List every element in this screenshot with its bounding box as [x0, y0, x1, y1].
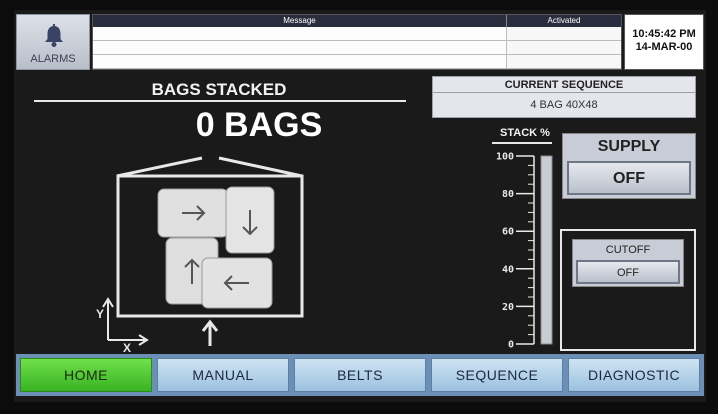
pallet-diagram: Y X — [96, 156, 304, 353]
gauge-track — [540, 155, 553, 345]
gauge-tick-label: 20 — [502, 302, 514, 313]
activated-cell — [507, 41, 621, 54]
hmi-screen: ALARMS Message Activated 10:45:42 PM 14-… — [14, 10, 706, 402]
clock: 10:45:42 PM 14-MAR-00 — [624, 14, 704, 70]
nav-home-button[interactable]: HOME — [20, 358, 152, 392]
roof-line-left — [116, 156, 203, 178]
supply-panel: SUPPLY OFF — [562, 133, 696, 199]
alarms-button[interactable]: ALARMS — [16, 14, 90, 70]
y-axis-label: Y — [96, 307, 104, 321]
activated-cell — [507, 27, 621, 40]
current-sequence-value: 4 BAG 40X48 — [530, 99, 598, 111]
bag — [201, 257, 273, 309]
x-axis-label: X — [123, 341, 131, 353]
column-header-activated: Activated — [547, 16, 581, 25]
roof-line-right — [218, 156, 303, 178]
current-sequence-label: CURRENT SEQUENCE — [433, 77, 695, 93]
cutoff-frame: CUTOFF OFF — [560, 229, 696, 351]
cutoff-toggle-button[interactable]: OFF — [576, 260, 680, 284]
message-cell — [93, 27, 507, 40]
message-cell — [93, 41, 507, 54]
clock-time: 10:45:42 PM — [632, 28, 696, 40]
alarm-table-header: Message Activated — [93, 15, 621, 27]
gauge-tick-label: 0 — [508, 340, 514, 351]
bag — [225, 186, 275, 254]
nav-belts-button[interactable]: BELTS — [294, 358, 426, 392]
gauge-tick-label: 100 — [496, 152, 514, 163]
gauge-tick-label: 40 — [502, 264, 514, 275]
bag — [157, 188, 229, 238]
supply-label: SUPPLY — [597, 138, 661, 155]
bags-stacked-title: BAGS STACKED — [151, 80, 287, 99]
message-cell — [93, 55, 507, 68]
table-row[interactable] — [93, 55, 621, 69]
stack-percent-label: STACK % — [500, 127, 550, 139]
supply-toggle-button[interactable]: OFF — [567, 161, 691, 195]
stack-percent-gauge: 100 80 60 40 20 0 — [496, 152, 553, 351]
divider — [34, 100, 406, 102]
column-header-message: Message — [93, 15, 507, 27]
bottom-nav: HOME MANUAL BELTS SEQUENCE DIAGNOSTIC — [16, 354, 704, 396]
alarm-table[interactable]: Message Activated — [92, 14, 622, 70]
divider — [492, 142, 552, 144]
y-axis-arrow-icon — [102, 297, 114, 340]
table-row[interactable] — [93, 27, 621, 41]
gauge-tick-label: 60 — [502, 227, 514, 238]
nav-diagnostic-button[interactable]: DIAGNOSTIC — [568, 358, 700, 392]
nav-sequence-button[interactable]: SEQUENCE — [431, 358, 563, 392]
up-arrow-icon — [201, 319, 219, 346]
current-sequence-panel: CURRENT SEQUENCE 4 BAG 40X48 — [432, 76, 696, 118]
bags-stacked-value: 0 BAGS — [195, 106, 323, 144]
clock-date: 14-MAR-00 — [635, 41, 693, 53]
gauge-tick-label: 80 — [502, 189, 514, 200]
nav-manual-button[interactable]: MANUAL — [157, 358, 289, 392]
bell-icon — [45, 24, 63, 47]
activated-cell — [507, 55, 621, 68]
cutoff-panel: CUTOFF OFF — [572, 239, 684, 287]
table-row[interactable] — [93, 41, 621, 55]
cutoff-label: CUTOFF — [605, 244, 651, 256]
alarms-label: ALARMS — [30, 53, 76, 65]
